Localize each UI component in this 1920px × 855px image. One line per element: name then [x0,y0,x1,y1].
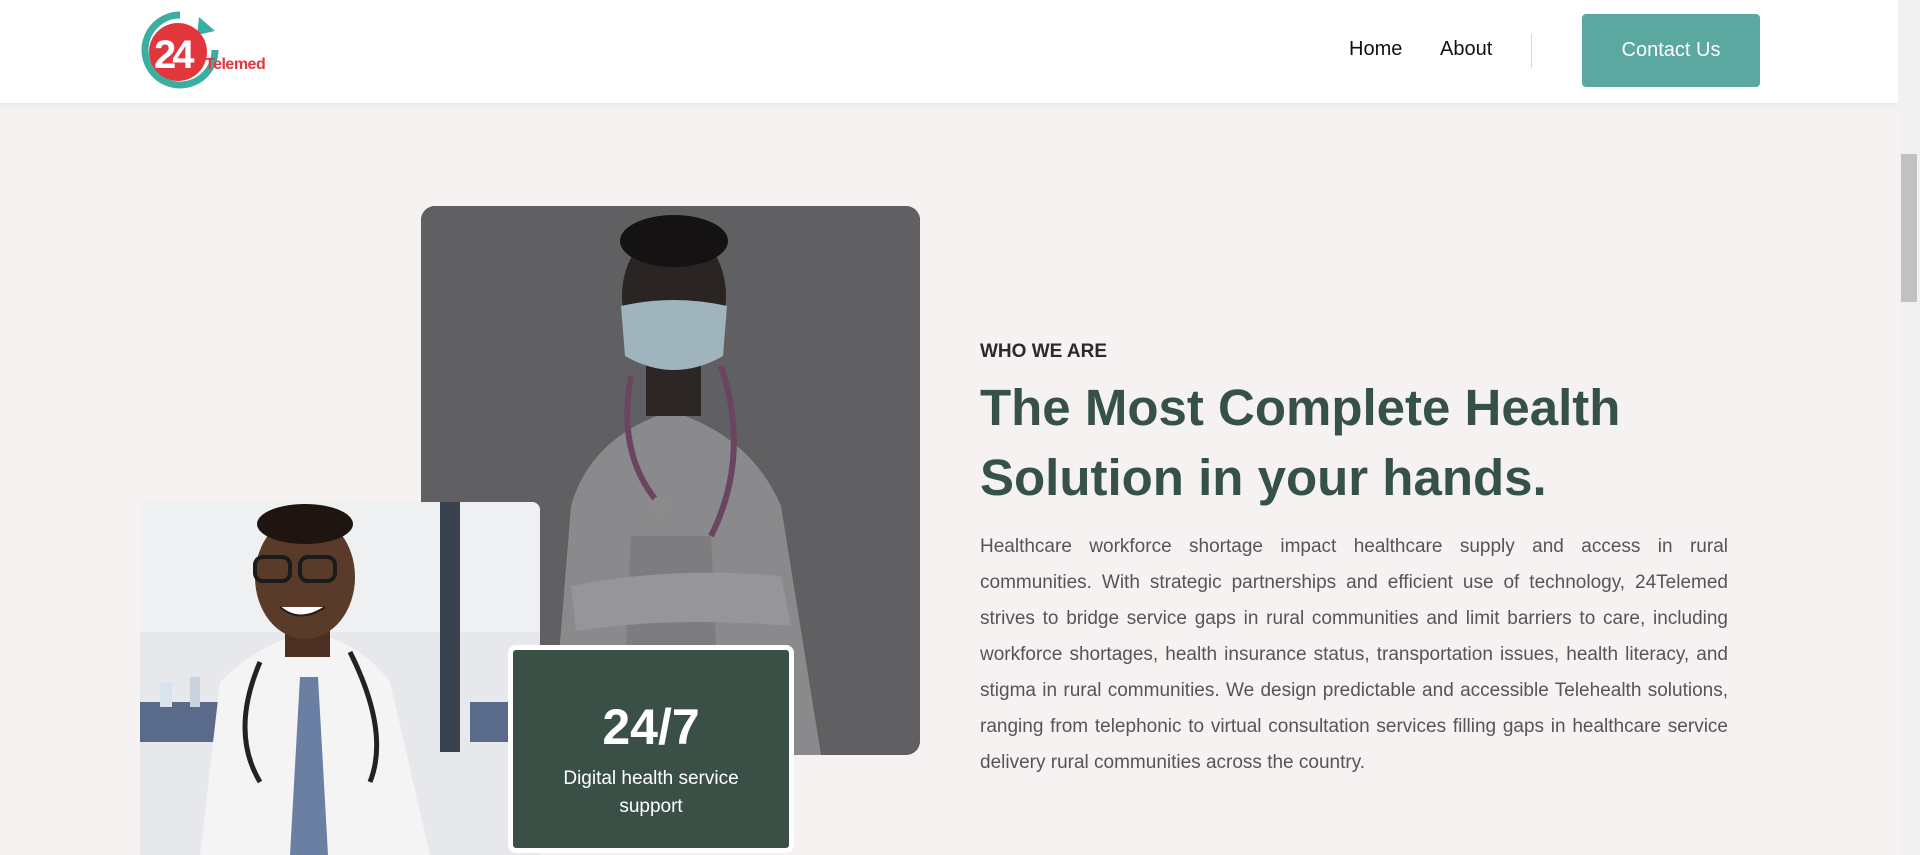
scrollbar-thumb[interactable] [1901,154,1917,302]
section-title: The Most Complete Health Solution in you… [980,379,1621,506]
logo[interactable]: 24 Telemed [139,9,269,91]
section-body: Healthcare workforce shortage impact hea… [980,536,1728,773]
nav-home-link[interactable]: Home [1349,38,1402,61]
stat-card: 24/7 Digital health service support [508,645,794,853]
stat-label: Digital health service support [563,768,739,817]
nav-about-link[interactable]: About [1440,38,1492,61]
stat-value: 24/7 [602,699,700,755]
smiling-doctor-image [140,502,540,855]
site-header: 24 Telemed Home About Contact Us [0,0,1898,103]
contact-us-button[interactable]: Contact Us [1582,14,1760,87]
nav-divider [1531,34,1532,68]
logo-mark-icon: 24 [141,11,219,89]
section-eyebrow: WHO WE ARE [980,341,1108,362]
logo-text: Telemed [205,56,266,73]
svg-text:24: 24 [154,33,195,77]
scrollbar[interactable] [1898,0,1920,855]
